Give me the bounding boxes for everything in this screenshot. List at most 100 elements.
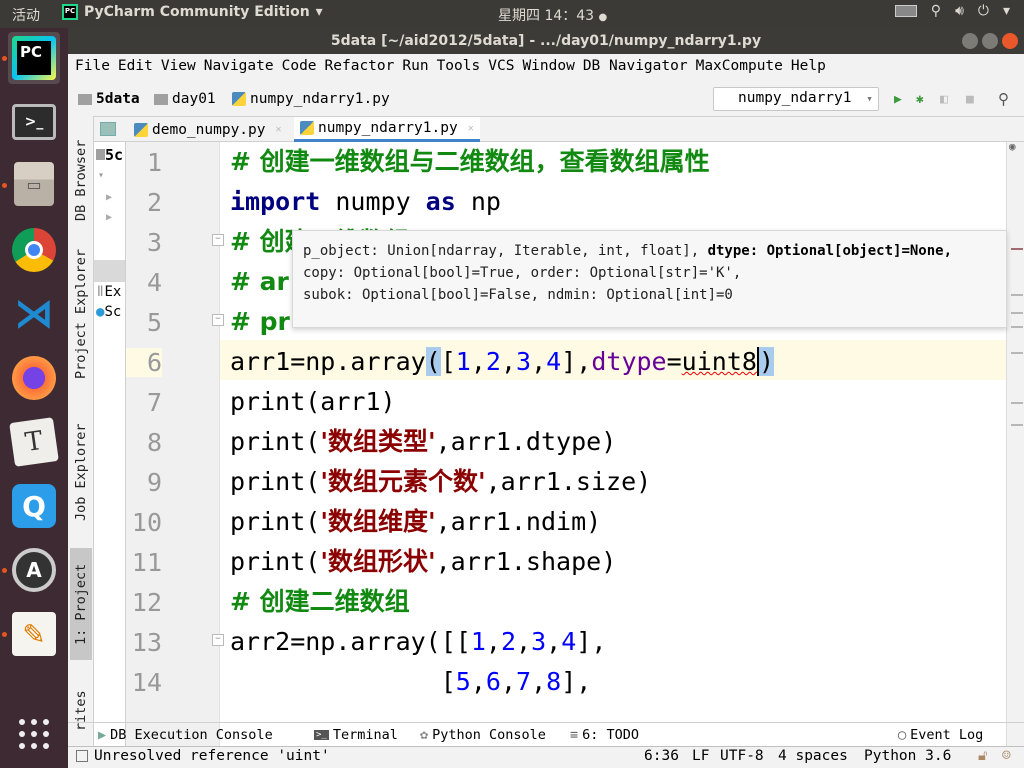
breadcrumb-file[interactable]: numpy_ndarry1.py — [232, 91, 390, 107]
breadcrumb-project[interactable]: 5data — [78, 91, 140, 107]
close-tab-icon[interactable]: ✕ — [276, 124, 282, 135]
file-encoding[interactable]: UTF-8 — [720, 748, 764, 764]
code-text: = — [666, 347, 682, 376]
tool-tab-project[interactable]: 1: Project — [70, 548, 92, 660]
lock-icon[interactable]: 🔓︎ — [978, 748, 987, 764]
breadcrumb-folder[interactable]: day01 — [154, 91, 216, 107]
folder-icon — [154, 93, 168, 105]
menu-help[interactable]: Help — [789, 54, 831, 80]
search-icon[interactable]: ⚲ — [998, 90, 1009, 108]
app-menu[interactable]: PC PyCharm Community Edition ▾ — [62, 4, 323, 20]
marker[interactable] — [1011, 424, 1023, 426]
stop-icon[interactable]: ■ — [966, 92, 974, 107]
error-marker[interactable] — [1011, 248, 1023, 250]
menu-refactor[interactable]: Refactor — [323, 54, 400, 80]
marker[interactable] — [1011, 352, 1023, 354]
menu-navigate[interactable]: Navigate — [202, 54, 279, 80]
maximize-button[interactable] — [982, 33, 998, 49]
expand-arrow-icon[interactable]: ▶ — [106, 212, 112, 223]
menu-window[interactable]: Window — [520, 54, 579, 80]
python-console-tab[interactable]: ✿ Python Console — [420, 727, 546, 743]
fold-marker-icon[interactable]: − — [212, 234, 224, 246]
dock-vscode[interactable]: ⋊ — [8, 288, 60, 340]
menu-run[interactable]: Run — [400, 54, 433, 80]
dock-app-blue[interactable]: Q — [8, 480, 60, 532]
menu-db-navigator[interactable]: DB Navigator — [581, 54, 693, 80]
dock-firefox[interactable] — [8, 352, 60, 404]
eye-icon[interactable]: ◉ — [1009, 140, 1016, 153]
scheduler-item[interactable]: ●Sc — [96, 304, 121, 320]
marker[interactable] — [1011, 312, 1023, 314]
menu-edit[interactable]: Edit — [116, 54, 158, 80]
python-interpreter[interactable]: Python 3.6 — [864, 748, 951, 764]
expand-arrow-icon[interactable]: ▶ — [106, 192, 112, 203]
marker[interactable] — [1011, 402, 1023, 404]
code-line-7: print(arr1) — [230, 382, 396, 422]
error-stripe[interactable]: ◉ — [1006, 140, 1024, 746]
dock-terminal[interactable]: >_ — [8, 96, 60, 148]
menu-tools[interactable]: Tools — [435, 54, 486, 80]
line-number: 7 — [146, 388, 162, 417]
menu-code[interactable]: Code — [280, 54, 322, 80]
indentation[interactable]: 4 spaces — [778, 748, 848, 764]
panel-toggle-icon[interactable] — [100, 122, 116, 136]
line-separator[interactable]: LF — [692, 748, 709, 764]
toggle-tool-windows-icon[interactable] — [76, 750, 88, 762]
explorer-item[interactable]: ǁEx — [96, 284, 121, 300]
tool-tab-job-explorer[interactable]: Job Explorer — [70, 412, 92, 532]
window-title-bar[interactable]: 5data [~/aid2012/5data] - .../day01/nump… — [68, 28, 1024, 54]
minimize-button[interactable] — [962, 33, 978, 49]
volume-icon[interactable]: 🔊︎ — [955, 3, 964, 19]
menu-file[interactable]: File — [73, 54, 115, 80]
code-text: print( — [230, 507, 321, 536]
dock-software-updater[interactable]: A — [2, 544, 60, 596]
python-file-icon — [232, 92, 246, 106]
caret-position[interactable]: 6:36 — [644, 748, 679, 764]
todo-tab[interactable]: ≡ 6: TODO — [570, 727, 639, 743]
clock[interactable]: 星期四 14：43 ● — [498, 5, 607, 25]
fold-marker-icon[interactable]: − — [212, 634, 224, 646]
dock-chrome[interactable] — [8, 224, 60, 276]
dock-typora[interactable]: T — [8, 416, 60, 468]
number: 2 — [500, 627, 517, 656]
run-configuration-select[interactable]: numpy_ndarry1 ▾ — [713, 87, 879, 111]
menu-maxcompute[interactable]: MaxCompute — [694, 54, 788, 80]
dock-pycharm[interactable]: PC — [2, 32, 60, 84]
panel-divider[interactable] — [94, 260, 125, 282]
marker[interactable] — [1011, 294, 1023, 296]
system-tray[interactable]: ⚲ 🔊︎ ⏻ ▾ — [894, 3, 1010, 19]
window-controls — [962, 33, 1018, 49]
number: 8 — [546, 667, 562, 696]
coverage-icon[interactable]: ◧ — [940, 92, 948, 107]
code-text: ,arr1.shape) — [435, 547, 617, 576]
dock-files[interactable]: ▭ — [2, 158, 60, 210]
chevron-down-icon[interactable]: ▾ — [1003, 3, 1010, 19]
debug-icon[interactable]: ✱ — [916, 92, 924, 107]
project-root-item[interactable]: 5c — [96, 146, 123, 164]
menu-vcs[interactable]: VCS — [486, 54, 519, 80]
marker[interactable] — [1011, 326, 1023, 328]
tab-demo-numpy[interactable]: demo_numpy.py ✕ — [128, 117, 288, 142]
event-log-tab[interactable]: ◯ Event Log — [898, 727, 983, 743]
inspector-icon[interactable]: ☺ — [1002, 748, 1011, 764]
tool-tab-db-browser[interactable]: DB Browser — [70, 120, 92, 240]
network-icon[interactable]: ⚲ — [931, 3, 941, 19]
run-icon[interactable]: ▶ — [894, 92, 902, 107]
line-number: 13 — [131, 628, 162, 657]
dock-text-editor[interactable]: ✎ — [2, 608, 60, 660]
tool-tab-project-explorer[interactable]: Project Explorer — [70, 244, 92, 384]
activities-button[interactable]: 活动 — [12, 5, 40, 25]
tab-numpy-ndarry1[interactable]: numpy_ndarry1.py ✕ — [294, 117, 480, 142]
power-icon[interactable]: ⏻ — [978, 3, 989, 19]
close-button[interactable] — [1002, 33, 1018, 49]
fold-marker-icon[interactable]: − — [212, 314, 224, 326]
expand-arrow-icon[interactable]: ▾ — [98, 170, 104, 181]
menu-view[interactable]: View — [159, 54, 201, 80]
show-applications-button[interactable] — [8, 708, 60, 760]
keyboard-icon[interactable] — [894, 5, 917, 17]
db-execution-console-tab[interactable]: ▶ DB Execution Console — [98, 727, 273, 743]
terminal-tab[interactable]: >_ Terminal — [314, 727, 398, 743]
close-tab-icon[interactable]: ✕ — [468, 123, 474, 134]
code-line-4: # ar — [230, 262, 289, 302]
terminal-icon: >_ — [12, 104, 56, 140]
